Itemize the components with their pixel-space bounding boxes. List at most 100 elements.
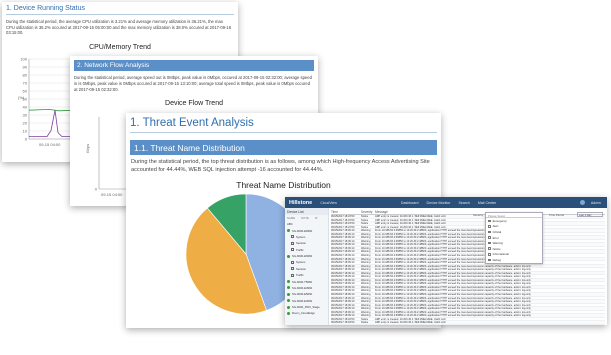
severity-option-label: Alert [492,224,499,229]
log-table: Time Severity Message 09/15/2017 18:23:5… [331,210,605,325]
cell-time: 09/15/2017 18:09:10 [331,307,355,311]
time-period-label: Time Period [549,212,564,217]
device-status-icon [287,229,290,233]
checkbox-icon[interactable] [291,241,294,245]
cell-time: 09/15/2017 18:09:10 [331,293,355,297]
cell-message: From 10.188.66.2:36856 to 10.20.30.2:488… [375,293,531,296]
severity-option[interactable]: Debug [486,257,542,263]
device-label: SG-6000-E5660 [292,292,313,297]
y-tick-label: 40 [23,105,28,110]
cell-time: 09/15/2017 18:09:10 [331,314,355,318]
checkbox-icon[interactable] [488,241,491,245]
cell-severity: Warning [361,271,371,275]
table-row[interactable]: 09/15/2017 18:03:50 Notice ARP entry is cr… [331,321,605,325]
severity-option-label: Warning [492,241,503,246]
section-paragraph: During the statistical period, the top t… [131,159,430,173]
checkbox-icon[interactable] [291,273,294,277]
device-label: Session [296,266,306,271]
product-name: CloudView [320,200,337,205]
cell-message: From 10.188.66.2:36856 to 10.20.30.2:488… [375,264,531,268]
header-time[interactable]: Time [331,210,361,214]
cell-time: 09/15/2017 18:09:10 [331,239,355,243]
checkbox-icon[interactable] [488,247,491,251]
section-subtitle: 1.1. Threat Name Distribution [130,140,437,155]
device-label: Session [296,241,306,246]
cell-severity: Notice [361,222,369,226]
device-label: SG-6000_PRO_Stage [292,305,320,310]
cell-message: ARP entry is created, 10.200.46.1, 5E6:2… [375,321,447,324]
device-status-icon [287,311,290,315]
checkbox-icon[interactable] [291,260,294,264]
x-tick-label: 09-15 04:00 [39,142,61,147]
cell-message: From 10.188.66.2:36856 to 10.20.30.2:488… [375,232,531,236]
cell-message: From 10.188.66.2:36856 to 10.20.30.2:488… [375,229,531,232]
cell-message: From 10.188.66.2:36856 to 10.20.30.2:488… [375,243,531,246]
cell-message: From 10.188.66.2:36856 to 10.20.30.2:488… [375,307,531,310]
cell-time: 09/15/2017 18:09:10 [331,278,355,282]
cell-severity: Warning [361,293,371,297]
device-label: System [296,234,306,239]
severity-option-label: Error [492,235,499,240]
cell-severity: Warning [361,268,371,272]
checkbox-icon[interactable] [488,219,491,223]
cell-time: 09/15/2017 18:09:10 [331,250,355,254]
cell-message: From 10.188.66.2:36856 to 10.20.30.2:488… [375,271,531,275]
cell-time: 09/15/2017 18:09:10 [331,271,355,275]
col-name: NAME [287,216,296,220]
cell-time: 09/15/2017 18:23:50 [331,218,355,222]
checkbox-icon[interactable] [488,230,491,234]
y-tick-label: 60 [23,89,28,94]
cell-message: From 10.188.66.2:36856 to 10.20.30.2:488… [375,300,531,303]
section-paragraph: During the statistical period, the avera… [6,19,232,36]
user-name[interactable]: Admin [591,201,601,205]
y-tick-label: 90 [23,65,28,70]
cell-time: 09/15/2017 18:09:10 [331,264,355,268]
device-label: SG-6000-E6960 [292,254,313,259]
cell-severity: Warning [361,239,371,243]
nav-mail-center[interactable]: Mail Center [478,201,496,205]
checkbox-icon[interactable] [291,248,294,252]
cell-message: From 10.188.66.2:36856 to 10.20.30.2:488… [375,254,531,257]
checkbox-icon[interactable] [488,253,491,256]
brand-logo: Hillstone [289,199,313,206]
severity-filter-label: Severity [473,212,484,217]
severity-dropdown[interactable]: Please Select Emergency Alert Critical Erro… [485,212,543,264]
cell-time: 09/15/2017 18:09:10 [331,254,355,258]
cell-time: 09/15/2017 18:09:10 [331,268,355,272]
section-title: 1. Threat Event Analysis [130,117,437,133]
cell-time: 09/15/2017 18:09:10 [331,282,355,286]
cell-severity: Warning [361,250,371,254]
chart-title: Threat Name Distribution [236,180,331,190]
cell-severity: Warning [361,278,371,282]
checkbox-icon[interactable] [488,258,491,262]
header-severity[interactable]: Severity [361,210,375,214]
user-area: Admin [579,200,601,205]
cell-severity: Warning [361,275,371,279]
checkbox-icon[interactable] [291,267,294,271]
cell-message: From 10.188.66.2:36856 to 10.20.30.2:488… [375,261,531,264]
y-tick-label: 10 [23,129,28,134]
cell-message: From 10.188.66.2:36856 to 10.20.30.2:488… [375,257,531,261]
severity-options: Emergency Alert Critical Error Warning Notice… [486,218,542,263]
device-label: SG-6000-E3960 [292,285,313,290]
checkbox-icon[interactable] [488,236,491,239]
cell-severity: Warning [361,232,371,236]
checkbox-icon[interactable] [291,235,294,239]
nav-device-monitor[interactable]: Device Monitor [427,201,451,205]
severity-option-label: Debug [492,257,501,262]
time-period-select[interactable]: Last 1 Day [577,212,603,217]
cell-severity: Warning [361,264,371,268]
nav-search[interactable]: Search [458,201,469,205]
device-list-item[interactable]: Room_CloudEdge [285,310,328,316]
cell-severity: Warning [361,254,371,258]
severity-option-label: Emergency [492,218,507,223]
nav-dashboard[interactable]: Dashboard [401,201,419,205]
checkbox-icon[interactable] [488,225,491,228]
user-avatar-icon[interactable] [579,200,585,205]
log-table-body: 09/15/2017 18:23:50 Notice ARP entry is cr… [331,215,605,325]
cell-message: From 10.188.66.2:36856 to 10.20.30.2:488… [375,275,531,278]
y-tick-label: 80 [23,73,28,78]
device-status-icon [287,292,290,296]
section-paragraph: During the statistical period, average s… [74,75,312,92]
section-title: 1. Device Running Status [6,5,234,15]
